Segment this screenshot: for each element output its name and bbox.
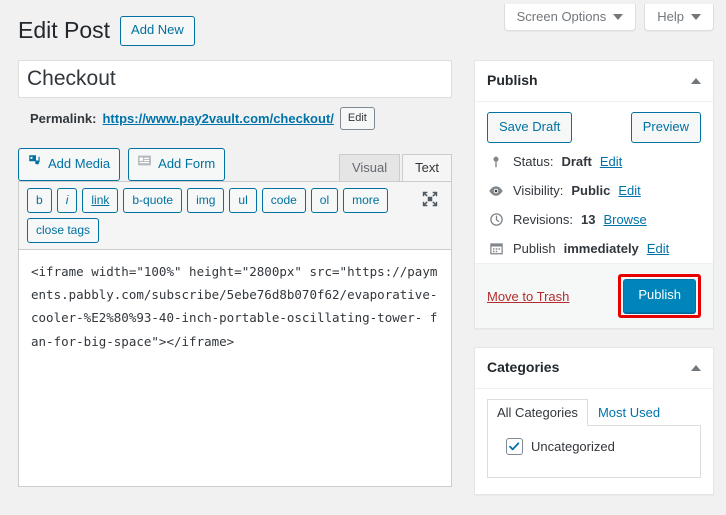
quicktag-code[interactable]: code <box>261 188 306 214</box>
form-icon <box>137 153 152 175</box>
edit-schedule-link[interactable]: Edit <box>647 241 669 256</box>
post-visibility-value: Public <box>571 183 611 199</box>
categories-checklist: Uncategorized <box>487 425 701 478</box>
post-revisions-label: Revisions: <box>513 212 573 228</box>
post-editor: Add Media Add Form Visual Text b i link … <box>0 130 470 488</box>
clock-icon <box>487 212 505 227</box>
page-header: Edit Post Add New <box>0 0 470 46</box>
post-status-row: Status: Draft Edit <box>475 147 713 176</box>
edit-visibility-link[interactable]: Edit <box>618 183 640 198</box>
publish-actions-top: Save Draft Preview <box>475 102 713 148</box>
post-visibility-label: Visibility: <box>513 183 564 199</box>
post-revisions-count: 13 <box>580 212 596 228</box>
save-draft-button[interactable]: Save Draft <box>487 111 573 144</box>
tab-all-categories[interactable]: All Categories <box>487 398 588 426</box>
calendar-icon <box>487 241 505 256</box>
post-schedule-label: Publish <box>513 241 556 257</box>
publish-button[interactable]: Publish <box>623 279 696 314</box>
distraction-free-writing-icon[interactable] <box>421 190 439 211</box>
category-checkbox[interactable] <box>506 437 523 455</box>
post-content-textarea[interactable]: <iframe width="100%" height="2800px" src… <box>18 249 452 488</box>
permalink-label: Permalink: <box>30 111 97 127</box>
quicktag-ol[interactable]: ol <box>310 188 339 214</box>
eye-icon <box>487 184 505 198</box>
categories-box-header: Categories <box>475 348 713 389</box>
post-title-wrapper <box>0 46 470 98</box>
screen-meta-bar: Screen Options Help <box>503 4 714 31</box>
tab-most-used[interactable]: Most Used <box>588 399 670 426</box>
post-schedule-value: immediately <box>563 241 639 257</box>
add-new-button[interactable]: Add New <box>120 16 195 46</box>
pin-icon <box>487 155 505 169</box>
publish-box-header: Publish <box>475 61 713 102</box>
post-visibility-row: Visibility: Public Edit <box>475 176 713 205</box>
publish-major-actions: Move to Trash Publish <box>475 263 713 329</box>
quicktag-b-quote[interactable]: b-quote <box>123 188 183 214</box>
permalink-row: Permalink: https://www.pay2vault.com/che… <box>0 98 470 131</box>
quicktag-link[interactable]: link <box>82 188 119 214</box>
edit-post-sidebar: Publish Save Draft Preview Status: Draft… <box>474 60 714 513</box>
media-icon <box>27 153 42 175</box>
editor-media-toolbar: Add Media Add Form Visual Text <box>18 148 452 183</box>
edit-permalink-button[interactable]: Edit <box>339 106 375 131</box>
chevron-up-icon[interactable] <box>691 364 701 371</box>
screen-options-button[interactable]: Screen Options <box>503 4 637 31</box>
post-schedule-row: Publish immediately Edit <box>475 234 713 263</box>
quicktags-toolbar: b i link b-quote img ul code ol more clo… <box>18 181 452 250</box>
categories-box: Categories All Categories Most Used Unca… <box>474 347 714 495</box>
add-media-button[interactable]: Add Media <box>18 148 121 182</box>
edit-post-main-column: Edit Post Add New Permalink: https://www… <box>0 0 470 488</box>
post-revisions-row: Revisions: 13 Browse <box>475 205 713 234</box>
publish-box: Publish Save Draft Preview Status: Draft… <box>474 60 714 330</box>
publish-box-title: Publish <box>487 72 538 88</box>
chevron-down-icon <box>691 13 701 20</box>
chevron-up-icon[interactable] <box>691 77 701 84</box>
post-status-value: Draft <box>561 154 592 170</box>
add-media-label: Add Media <box>48 155 111 171</box>
page-title: Edit Post <box>18 17 111 43</box>
editor-mode-tabs: Visual Text <box>337 154 452 183</box>
quicktag-more[interactable]: more <box>343 188 389 214</box>
categories-body: All Categories Most Used Uncategorized <box>475 389 713 494</box>
permalink-link[interactable]: https://www.pay2vault.com/checkout/ <box>102 111 333 126</box>
screen-options-label: Screen Options <box>516 9 607 24</box>
tab-visual[interactable]: Visual <box>338 154 401 183</box>
categories-tabs: All Categories Most Used <box>487 398 701 426</box>
help-label: Help <box>657 9 684 24</box>
chevron-down-icon <box>613 13 624 20</box>
categories-box-title: Categories <box>487 359 560 376</box>
quicktag-b[interactable]: b <box>27 188 52 214</box>
browse-revisions-link[interactable]: Browse <box>603 212 646 227</box>
add-form-button[interactable]: Add Form <box>128 148 226 182</box>
post-status-label: Status: <box>513 154 554 170</box>
quicktag-i[interactable]: i <box>56 188 78 214</box>
help-button[interactable]: Help <box>644 4 714 31</box>
publish-button-highlight: Publish <box>618 274 701 319</box>
quicktag-close-tags[interactable]: close tags <box>27 218 100 244</box>
category-label: Uncategorized <box>531 438 615 454</box>
tab-text[interactable]: Text <box>402 154 452 183</box>
post-title-input[interactable] <box>18 59 452 98</box>
move-to-trash-link[interactable]: Move to Trash <box>487 289 569 304</box>
edit-status-link[interactable]: Edit <box>600 154 622 169</box>
category-item[interactable]: Uncategorized <box>498 437 690 455</box>
preview-button[interactable]: Preview <box>630 111 701 144</box>
quicktag-ul[interactable]: ul <box>229 188 257 214</box>
add-form-label: Add Form <box>158 155 216 171</box>
quicktag-img[interactable]: img <box>187 188 225 214</box>
